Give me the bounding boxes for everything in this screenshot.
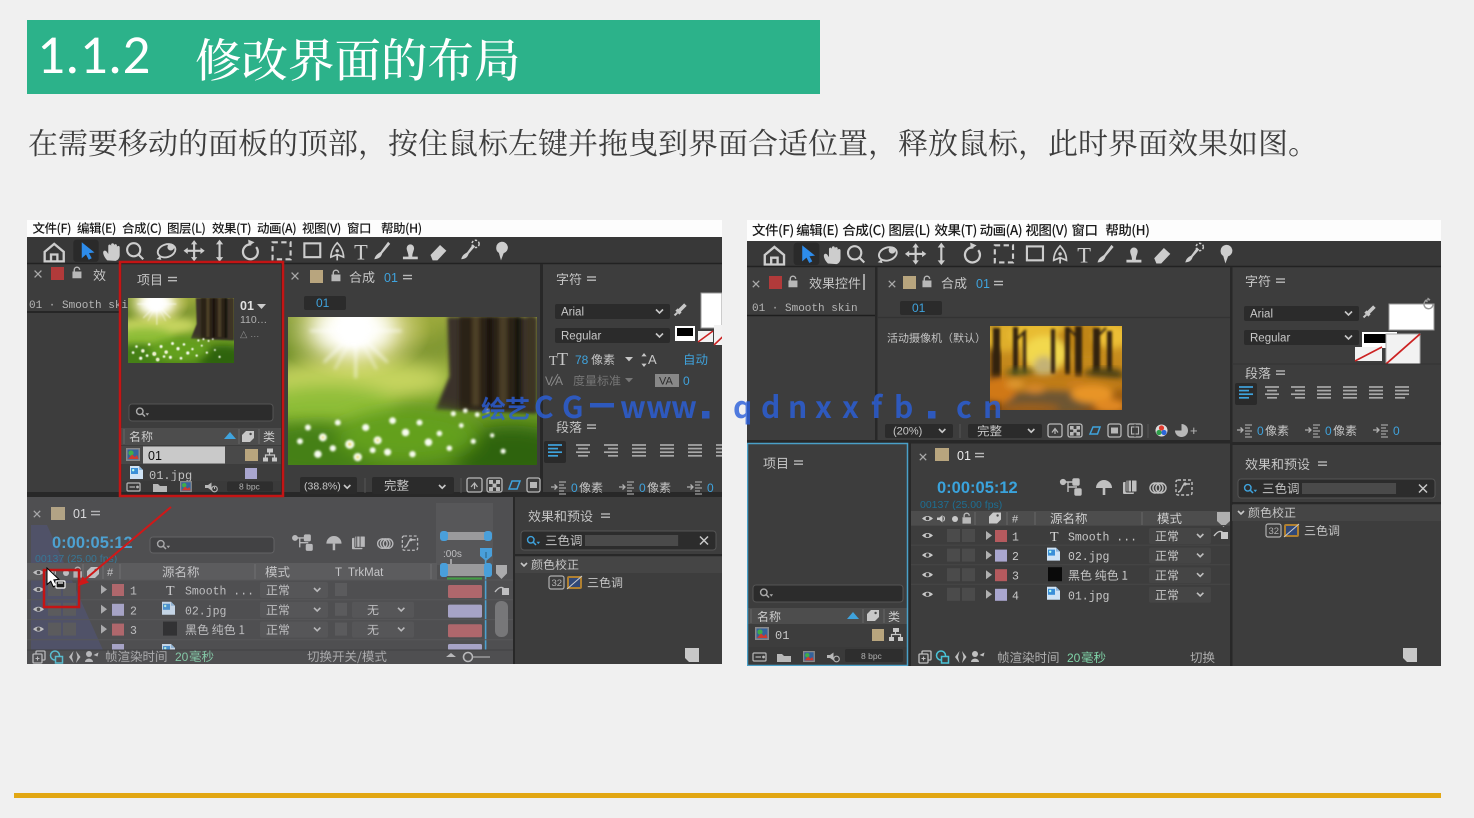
svg-text:8 bpc: 8 bpc xyxy=(861,651,883,661)
svg-text:0: 0 xyxy=(1257,424,1264,438)
svg-text:0: 0 xyxy=(571,481,578,495)
svg-text:01: 01 xyxy=(316,296,330,310)
svg-text:00137 (25.00 fps): 00137 (25.00 fps) xyxy=(920,499,1002,511)
svg-text:T: T xyxy=(1077,242,1091,267)
svg-text:Arial: Arial xyxy=(561,307,584,319)
svg-text:78: 78 xyxy=(575,353,589,367)
svg-text:Regular: Regular xyxy=(561,331,601,343)
svg-text:+: + xyxy=(1190,423,1198,438)
svg-text:2: 2 xyxy=(1012,551,1019,564)
svg-text:Smooth ...: Smooth ... xyxy=(1068,532,1137,545)
svg-text:01: 01 xyxy=(775,629,789,643)
svg-text:(38.8%): (38.8%) xyxy=(304,481,341,493)
svg-text:110…: 110… xyxy=(240,314,267,326)
svg-text:△ …: △ … xyxy=(240,329,259,340)
svg-text:Arial: Arial xyxy=(1250,309,1273,321)
svg-text:8 bpc: 8 bpc xyxy=(239,482,261,492)
svg-text:0: 0 xyxy=(707,481,714,495)
svg-text:02.jpg: 02.jpg xyxy=(1068,551,1109,564)
svg-text:32: 32 xyxy=(1269,526,1280,537)
svg-text:0: 0 xyxy=(639,481,646,495)
svg-text:A: A xyxy=(648,352,657,367)
svg-text:T: T xyxy=(1050,530,1059,545)
svg-text:0: 0 xyxy=(1325,424,1332,438)
svg-text:3: 3 xyxy=(1012,571,1019,584)
svg-text:01: 01 xyxy=(384,271,398,285)
svg-text:T: T xyxy=(354,239,368,264)
svg-text:01 · Smooth ski: 01 · Smooth ski xyxy=(29,300,128,312)
svg-text:01: 01 xyxy=(912,301,926,315)
svg-text:01 · Smooth skin: 01 · Smooth skin xyxy=(752,303,858,315)
svg-text:#: # xyxy=(1012,514,1019,526)
svg-text:01: 01 xyxy=(240,299,254,313)
svg-text:01: 01 xyxy=(976,277,990,291)
svg-text:01.jpg: 01.jpg xyxy=(1068,590,1109,603)
svg-text:Regular: Regular xyxy=(1250,333,1290,345)
svg-text:0: 0 xyxy=(1393,424,1400,438)
svg-text:0:00:05:12: 0:00:05:12 xyxy=(937,479,1018,497)
svg-text:01: 01 xyxy=(957,449,971,463)
svg-text:01: 01 xyxy=(148,449,162,463)
svg-text:32: 32 xyxy=(552,578,563,589)
svg-text:20: 20 xyxy=(1067,651,1081,665)
svg-text:T: T xyxy=(557,349,568,369)
svg-text:1: 1 xyxy=(1012,532,1019,545)
svg-text:01.jpg: 01.jpg xyxy=(149,469,192,483)
svg-text:4: 4 xyxy=(1012,590,1019,603)
